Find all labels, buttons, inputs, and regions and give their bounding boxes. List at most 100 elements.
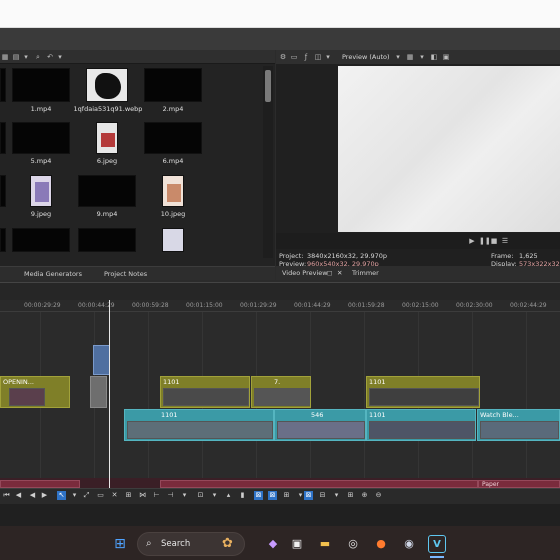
trim-icon[interactable]: ⊞ — [124, 491, 133, 500]
video-clip[interactable]: 7. — [251, 376, 311, 408]
lock-envelopes-icon[interactable]: ⊠ — [304, 491, 313, 500]
dropdown-icon[interactable]: ▾ — [324, 53, 332, 61]
ripple-icon[interactable]: ⊞ — [282, 491, 291, 500]
trim-end-icon[interactable]: ⊣ — [166, 491, 175, 500]
audio-clip[interactable] — [160, 480, 478, 488]
ignore-grouping-icon[interactable]: ⊟ — [318, 491, 327, 500]
select-tool-icon[interactable]: ▭ — [96, 491, 105, 500]
split-icon[interactable]: ⋈ — [138, 491, 147, 500]
media-thumbnail[interactable] — [144, 122, 202, 154]
tab-project-notes[interactable]: Project Notes — [104, 270, 147, 278]
clip-frame — [127, 421, 273, 439]
media-item-label: 1.mp4 — [30, 105, 52, 113]
close-icon[interactable]: ✕ — [337, 269, 342, 277]
media-thumbnail[interactable] — [0, 228, 6, 252]
media-thumbnail[interactable] — [144, 68, 202, 102]
media-thumbnail[interactable] — [0, 68, 6, 102]
windows-start-icon[interactable]: ⊞ — [111, 535, 129, 553]
save-icon[interactable]: ▣ — [442, 53, 450, 61]
media-thumbnail[interactable] — [12, 228, 70, 252]
media-thumbnail[interactable] — [12, 68, 70, 102]
pause-icon[interactable]: ❚❚ — [479, 237, 491, 245]
media-scrollbar-thumb[interactable] — [265, 70, 271, 102]
vegas-pro-icon[interactable]: V — [428, 535, 446, 553]
steam-icon[interactable]: ◉ — [400, 535, 418, 553]
delete-icon[interactable]: ✕ — [110, 491, 119, 500]
dropdown-icon[interactable]: ▾ — [180, 491, 189, 500]
taskbar-search-box[interactable]: ⌕ Search ✿ — [137, 532, 245, 556]
media-thumbnail[interactable] — [86, 68, 128, 102]
media-thumbnail[interactable] — [0, 175, 6, 207]
snapshot-icon[interactable]: ◧ — [430, 53, 438, 61]
timeline-playhead[interactable] — [109, 300, 110, 490]
dropdown-icon[interactable]: ▾ — [22, 53, 30, 61]
rewind-icon[interactable]: ◀ — [14, 491, 23, 500]
media-thumbnail[interactable] — [30, 175, 52, 207]
video-clip[interactable]: 1101 — [366, 409, 476, 441]
media-view-icon[interactable]: ▤ — [12, 53, 20, 61]
audio-clip[interactable] — [0, 480, 80, 488]
video-clip[interactable]: 1101 — [160, 376, 250, 408]
lock-icon[interactable]: ⊡ — [196, 491, 205, 500]
tab-video-preview[interactable]: Video Preview — [282, 269, 328, 277]
video-clip[interactable]: Watch Ble... — [477, 409, 560, 441]
copilot-icon[interactable]: ◆ — [264, 535, 282, 553]
menu-icon[interactable]: ☰ — [501, 237, 509, 245]
video-clip[interactable]: 1101 — [366, 376, 480, 408]
video-clip[interactable] — [90, 376, 107, 408]
play-icon[interactable]: ▶ — [40, 491, 49, 500]
media-thumbnail[interactable] — [96, 122, 118, 154]
zoom-out-icon[interactable]: ⊖ — [374, 491, 383, 500]
audio-clip[interactable]: Paper — [478, 480, 560, 488]
dropdown-icon[interactable]: ▾ — [56, 53, 64, 61]
firefox-icon[interactable]: ● — [372, 535, 390, 553]
expand-icon[interactable]: ⊞ — [346, 491, 355, 500]
split-icon[interactable]: ◫ — [314, 53, 322, 61]
media-item-label: 5.mp4 — [30, 157, 52, 165]
envelope-tool-icon[interactable]: ⤢ — [82, 491, 91, 500]
clip-frame — [277, 421, 365, 439]
media-thumbnail[interactable] — [12, 122, 70, 154]
preview-quality-dropdown[interactable]: Preview (Auto) — [342, 53, 390, 61]
dropdown-icon[interactable]: ▾ — [70, 491, 79, 500]
dropdown-icon[interactable]: ▾ — [394, 53, 402, 61]
go-to-start-icon[interactable]: ⏮ — [2, 491, 11, 500]
media-thumbnail[interactable] — [0, 122, 6, 154]
video-clip[interactable]: 1101 — [124, 409, 274, 441]
chrome-icon[interactable]: ◎ — [344, 535, 362, 553]
file-explorer-icon[interactable]: ▬ — [316, 535, 334, 553]
settings-icon[interactable]: ⚙ — [279, 53, 287, 61]
media-thumbnail[interactable] — [78, 175, 136, 207]
region-icon[interactable]: ▮ — [238, 491, 247, 500]
zoom-icon[interactable]: ⌕ — [34, 53, 42, 61]
trim-start-icon[interactable]: ⊢ — [152, 491, 161, 500]
task-view-icon[interactable]: ▣ — [288, 535, 306, 553]
media-thumbnail[interactable] — [162, 228, 184, 252]
undock-icon[interactable]: ◻ — [327, 269, 332, 277]
grid-icon[interactable]: ▦ — [406, 53, 414, 61]
dropdown-icon[interactable]: ▾ — [210, 491, 219, 500]
tab-trimmer[interactable]: Trimmer — [352, 269, 379, 277]
snapping-icon[interactable]: ⊠ — [254, 491, 263, 500]
tab-media-generators[interactable]: Media Generators — [24, 270, 82, 278]
grid-line — [148, 312, 149, 480]
zoom-in-icon[interactable]: ⊕ — [360, 491, 369, 500]
auto-crossfade-icon[interactable]: ⊠ — [268, 491, 277, 500]
undo-icon[interactable]: ↶ — [46, 53, 54, 61]
video-clip[interactable]: OPENIN... — [0, 376, 70, 408]
image-clip[interactable] — [93, 345, 110, 375]
video-clip[interactable]: 546 — [274, 409, 366, 441]
normal-edit-tool-icon[interactable]: ↖ — [57, 491, 66, 500]
marker-icon[interactable]: ▴ — [224, 491, 233, 500]
media-thumbnail[interactable] — [78, 228, 136, 252]
play-icon[interactable]: ▶ — [468, 237, 476, 245]
dropdown-icon[interactable]: ▾ — [332, 491, 341, 500]
fx-icon[interactable]: ƒ — [302, 53, 310, 61]
project-info-label: Project: — [279, 252, 304, 260]
stop-icon[interactable]: ■ — [490, 237, 498, 245]
prev-frame-icon[interactable]: ◀ — [28, 491, 37, 500]
monitor-icon[interactable]: ▭ — [290, 53, 298, 61]
dropdown-icon[interactable]: ▾ — [418, 53, 426, 61]
media-grid-icon[interactable]: ▦ — [1, 53, 9, 61]
media-thumbnail[interactable] — [162, 175, 184, 207]
